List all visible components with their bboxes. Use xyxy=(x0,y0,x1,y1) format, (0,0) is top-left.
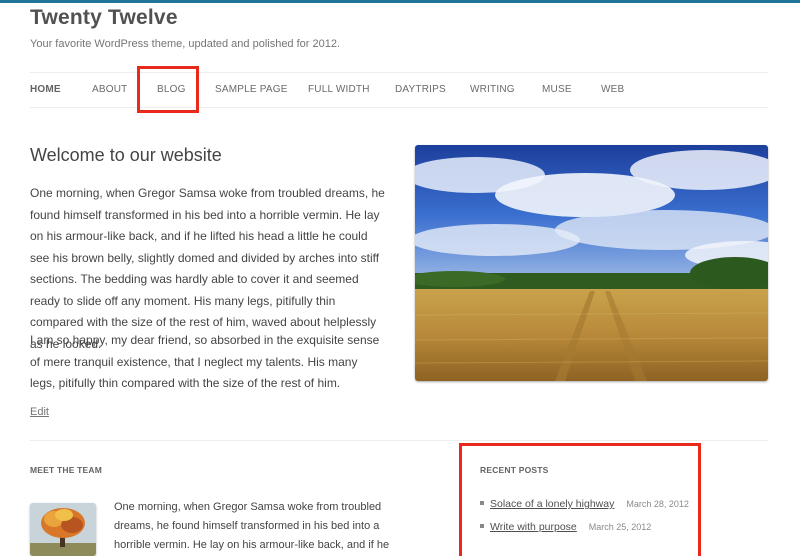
admin-accent-bar xyxy=(0,0,800,3)
meet-the-team-title: MEET THE TEAM xyxy=(30,465,103,475)
recent-post-link[interactable]: Write with purpose xyxy=(490,521,577,533)
team-description: One morning, when Gregor Samsa woke from… xyxy=(114,501,390,551)
nav-about[interactable]: ABOUT xyxy=(92,84,127,95)
bullet-icon xyxy=(480,524,484,529)
autumn-tree-photo-icon xyxy=(30,503,96,556)
nav-sample-page[interactable]: SAMPLE PAGE xyxy=(215,84,288,95)
site-title[interactable]: Twenty Twelve xyxy=(30,6,178,30)
recent-posts-list: Solace of a lonely highway March 28, 2012… xyxy=(480,498,689,544)
bullet-icon xyxy=(480,501,484,506)
page-title: Welcome to our website xyxy=(30,145,222,165)
content-paragraph-2: I am so happy, my dear friend, so absorb… xyxy=(30,333,380,390)
list-item: Solace of a lonely highway March 28, 2012 xyxy=(480,498,689,521)
nav-full-width[interactable]: FULL WIDTH xyxy=(308,84,370,95)
team-image xyxy=(30,503,96,556)
nav-writing[interactable]: WRITING xyxy=(470,84,515,95)
recent-posts-title: RECENT POSTS xyxy=(480,465,549,475)
nav-blog[interactable]: BLOG xyxy=(157,84,186,95)
recent-post-date: March 28, 2012 xyxy=(626,499,689,509)
nav-web[interactable]: WEB xyxy=(601,84,624,95)
main-navigation: HOME ABOUT BLOG SAMPLE PAGE FULL WIDTH D… xyxy=(30,72,768,108)
edit-link[interactable]: Edit xyxy=(30,406,49,418)
nav-home[interactable]: HOME xyxy=(30,84,61,95)
section-divider xyxy=(30,440,768,441)
site-description: Your favorite WordPress theme, updated a… xyxy=(30,38,341,50)
page: Twenty Twelve Your favorite WordPress th… xyxy=(0,0,800,556)
recent-post-date: March 25, 2012 xyxy=(588,522,652,532)
nav-muse[interactable]: MUSE xyxy=(542,84,572,95)
hero-image xyxy=(415,145,768,381)
wheat-field-photo-icon xyxy=(415,145,768,381)
list-item: Write with purpose March 25, 2012 xyxy=(480,521,689,544)
recent-post-link[interactable]: Solace of a lonely highway xyxy=(490,498,614,510)
nav-daytrips[interactable]: DAYTRIPS xyxy=(395,84,446,95)
